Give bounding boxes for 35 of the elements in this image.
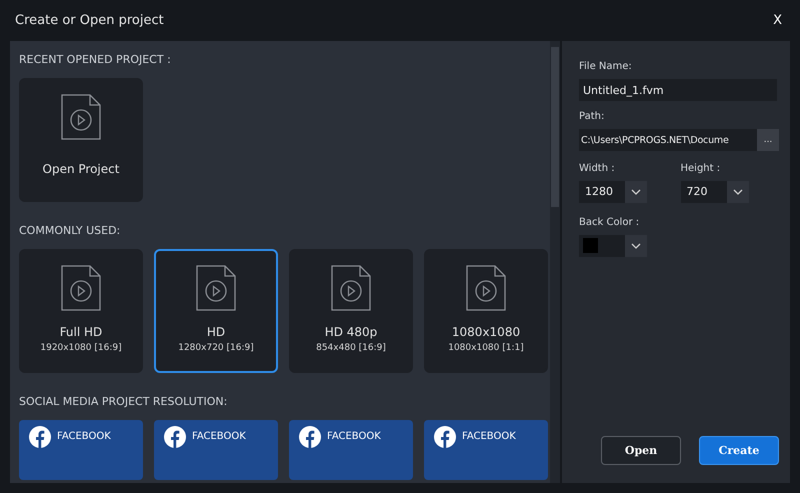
section-heading: RECENT OPENED PROJECT : [19,53,172,66]
window-title: Create or Open project [15,12,164,28]
browse-button[interactable]: ... [757,129,779,151]
open-button[interactable]: Open [601,436,681,465]
field-label: Width : [579,163,616,174]
section-heading: COMMONLY USED: [19,224,122,237]
card-title: Open Project [42,162,120,176]
close-button[interactable]: X [771,12,784,28]
field-label: Path: [579,111,606,122]
field-label: Height : [680,163,722,174]
preset-card[interactable]: HD 1280x720 [16:9] [154,249,278,373]
card-resolution: 1280x720 [16:9] [178,343,254,353]
card-resolution: 854x480 [16:9] [316,343,386,353]
social-preset-card[interactable]: FACEBOOK [424,420,548,480]
open-project-card[interactable]: Open Project [19,78,143,202]
file-name-field[interactable]: Untitled_1.fvm [579,79,777,101]
card-resolution: 1080x1080 [1:1] [448,343,524,353]
preset-card[interactable]: HD 480p 854x480 [16:9] [289,249,413,373]
card-title: 1080x1080 [452,325,520,339]
section-heading: SOCIAL MEDIA PROJECT RESOLUTION: [19,395,228,408]
height-dropdown[interactable]: 720 [680,181,748,203]
create-button[interactable]: Create [699,436,779,465]
card-title: HD 480p [324,325,378,339]
card-title: HD [206,325,226,339]
card-resolution: 1920x1080 [16:9] [40,343,122,353]
card-title: Full HD [60,325,102,339]
preset-card[interactable]: Full HD 1920x1080 [16:9] [19,249,143,373]
social-preset-card[interactable]: FACEBOOK [154,420,278,480]
field-label: File Name: [579,61,633,72]
field-label: Back Color : [579,217,640,228]
social-preset-card[interactable]: FACEBOOK [289,420,413,480]
path-field[interactable]: C:\Users\PCPROGS.NET\Docume [579,129,757,151]
social-preset-card[interactable]: FACEBOOK [19,420,143,480]
preset-card[interactable]: 1080x1080 1080x1080 [1:1] [424,249,548,373]
width-dropdown[interactable]: 1280 [579,181,647,203]
